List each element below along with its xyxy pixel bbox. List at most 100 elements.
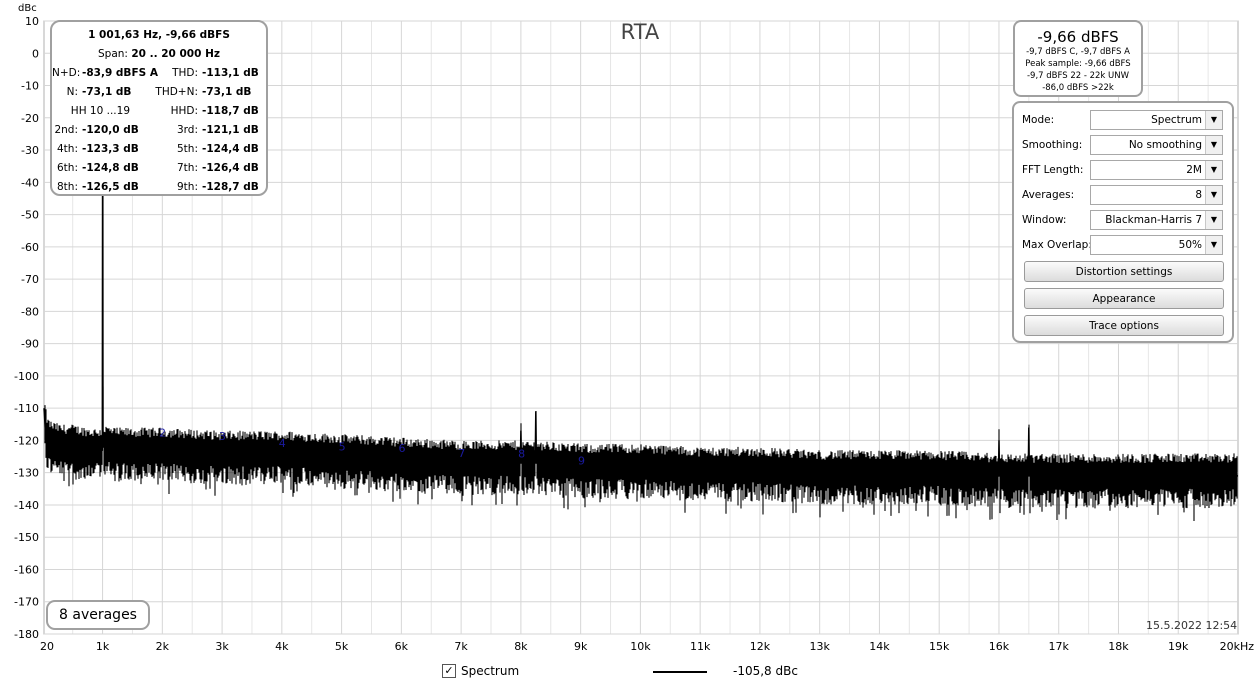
- window-row: Window: Blackman-Harris 7 ▼: [1022, 210, 1226, 230]
- h3-label: 3rd:: [176, 124, 198, 136]
- span-value: 20 .. 20 000 Hz: [131, 48, 220, 60]
- mode-row: Mode: Spectrum ▼: [1022, 110, 1226, 130]
- harmonic-marker-7: 7: [458, 447, 465, 460]
- averages-value: 8: [1195, 189, 1202, 201]
- legend-cursor-value: -105,8 dBc: [733, 664, 798, 678]
- appearance-button[interactable]: Appearance: [1024, 288, 1224, 309]
- y-tick-label: -40: [21, 176, 39, 189]
- window-select[interactable]: Blackman-Harris 7 ▼: [1090, 210, 1223, 230]
- y-tick-label: -110: [14, 402, 39, 415]
- y-tick-label: -170: [14, 596, 39, 609]
- y-tick-label: 10: [25, 15, 39, 28]
- h8-value: -126,5 dB: [82, 181, 139, 193]
- averages-badge: 8 averages: [46, 600, 150, 630]
- y-tick-label: -60: [21, 241, 39, 254]
- fft-length-label: FFT Length:: [1022, 164, 1084, 176]
- y-unit-label: dBc: [18, 3, 37, 14]
- x-tick-label: 1k: [96, 640, 110, 653]
- h4-value: -123,3 dB: [82, 143, 139, 155]
- level-meter-panel: -9,66 dBFS -9,7 dBFS C, -9,7 dBFS A Peak…: [1013, 20, 1143, 97]
- h5-value: -124,4 dB: [202, 143, 259, 155]
- nd-value: -83,9 dBFS A: [82, 67, 158, 79]
- x-tick-label: 11k: [690, 640, 711, 653]
- h7-label: 7th:: [177, 162, 198, 174]
- chevron-down-icon: ▼: [1205, 136, 1222, 154]
- chevron-down-icon: ▼: [1205, 236, 1222, 254]
- x-tick-label: 12k: [750, 640, 771, 653]
- x-tick-label: 4k: [275, 640, 289, 653]
- y-tick-label: 0: [32, 47, 39, 60]
- harmonic-marker-3: 3: [219, 430, 226, 443]
- h5-label: 5th:: [177, 143, 198, 155]
- y-tick-label: -100: [14, 370, 39, 383]
- x-tick-label: 13k: [809, 640, 830, 653]
- legend-trace-name: Spectrum: [461, 664, 520, 678]
- x-tick-label: 8k: [514, 640, 528, 653]
- cursor-readout: 1 001,63 Hz, -9,66 dBFS: [88, 29, 230, 41]
- max-overlap-select[interactable]: 50% ▼: [1090, 235, 1223, 255]
- harmonic-marker-6: 6: [398, 442, 405, 455]
- n-value: -73,1 dB: [82, 86, 132, 98]
- averages-select[interactable]: 8 ▼: [1090, 185, 1223, 205]
- thd-value: -113,1 dB: [202, 67, 259, 79]
- h6-label: 6th:: [57, 162, 78, 174]
- y-tick-labels: 10 0 -10 -20 -30 -40 -50 -60 -70 -80 -90 -100 -110 -1…: [14, 15, 39, 641]
- h9-value: -128,7 dB: [202, 181, 259, 193]
- span-readout: Span: 20 .. 20 000 Hz: [52, 48, 266, 60]
- x-tick-label: 7k: [454, 640, 468, 653]
- x-tick-label: 20: [40, 640, 54, 653]
- hhd-value: -118,7 dB: [202, 105, 259, 117]
- n-label: N:: [66, 86, 78, 98]
- averages-label: Averages:: [1022, 189, 1075, 201]
- overlap-row: Max Overlap: 50% ▼: [1022, 235, 1226, 255]
- x-tick-label: 19k: [1168, 640, 1189, 653]
- x-tick-label: 2k: [156, 640, 170, 653]
- nd-label: N+D:: [52, 67, 81, 79]
- smoothing-select[interactable]: No smoothing ▼: [1090, 135, 1223, 155]
- spectrum-trace-checkbox[interactable]: ✓: [442, 664, 456, 678]
- mode-value: Spectrum: [1151, 114, 1202, 126]
- h3-value: -121,1 dB: [202, 124, 259, 136]
- h7-value: -126,4 dB: [202, 162, 259, 174]
- window-label: Window:: [1022, 214, 1067, 226]
- y-tick-label: -80: [21, 305, 39, 318]
- timestamp: 15.5.2022 12:54: [1146, 619, 1238, 632]
- trace-options-button[interactable]: Trace options: [1024, 315, 1224, 336]
- rta-controls-panel: Mode: Spectrum ▼ Smoothing: No smoothing…: [1012, 101, 1234, 343]
- legend-trace-line: [653, 671, 707, 673]
- x-tick-label: 9k: [574, 640, 588, 653]
- distortion-info-panel: 1 001,63 Hz, -9,66 dBFS Span: 20 .. 20 0…: [50, 20, 268, 196]
- y-tick-label: -120: [14, 434, 39, 447]
- fft-length-value: 2M: [1186, 164, 1202, 176]
- y-tick-label: -70: [21, 273, 39, 286]
- y-tick-label: -180: [14, 628, 39, 641]
- x-tick-label: 17k: [1049, 640, 1070, 653]
- checkmark-icon: ✓: [444, 664, 454, 677]
- mode-label: Mode:: [1022, 114, 1055, 126]
- fft-length-select[interactable]: 2M ▼: [1090, 160, 1223, 180]
- y-tick-label: -30: [21, 144, 39, 157]
- level-peak: Peak sample: -9,66 dBFS: [1025, 59, 1131, 69]
- thdn-label: THD+N:: [155, 86, 198, 98]
- fft-row: FFT Length: 2M ▼: [1022, 160, 1226, 180]
- y-tick-label: -160: [14, 563, 39, 576]
- hh-label: HH 10 ...19: [70, 105, 130, 117]
- mode-select[interactable]: Spectrum ▼: [1090, 110, 1223, 130]
- level-weighted: -9,7 dBFS C, -9,7 dBFS A: [1026, 47, 1130, 57]
- chart-title: RTA: [620, 20, 660, 44]
- y-tick-label: -150: [14, 531, 39, 544]
- harmonic-marker-2: 2: [159, 426, 166, 439]
- distortion-settings-button[interactable]: Distortion settings: [1024, 261, 1224, 282]
- x-tick-labels: 20 1k 2k 3k 4k 5k 6k 7k 8k 9k 10k 11k 12k 13k 14k 15k 16…: [40, 640, 1254, 653]
- smoothing-label: Smoothing:: [1022, 139, 1083, 151]
- h8-label: 8th:: [57, 181, 78, 193]
- chevron-down-icon: ▼: [1205, 186, 1222, 204]
- h9-label: 9th:: [177, 181, 198, 193]
- h2-value: -120,0 dB: [82, 124, 139, 136]
- level-above-22k: -86,0 dBFS >22k: [1042, 83, 1114, 93]
- h2-label: 2nd:: [54, 124, 78, 136]
- chevron-down-icon: ▼: [1205, 111, 1222, 129]
- x-tick-label: 18k: [1108, 640, 1129, 653]
- x-tick-label: 3k: [215, 640, 229, 653]
- h4-label: 4th:: [57, 143, 78, 155]
